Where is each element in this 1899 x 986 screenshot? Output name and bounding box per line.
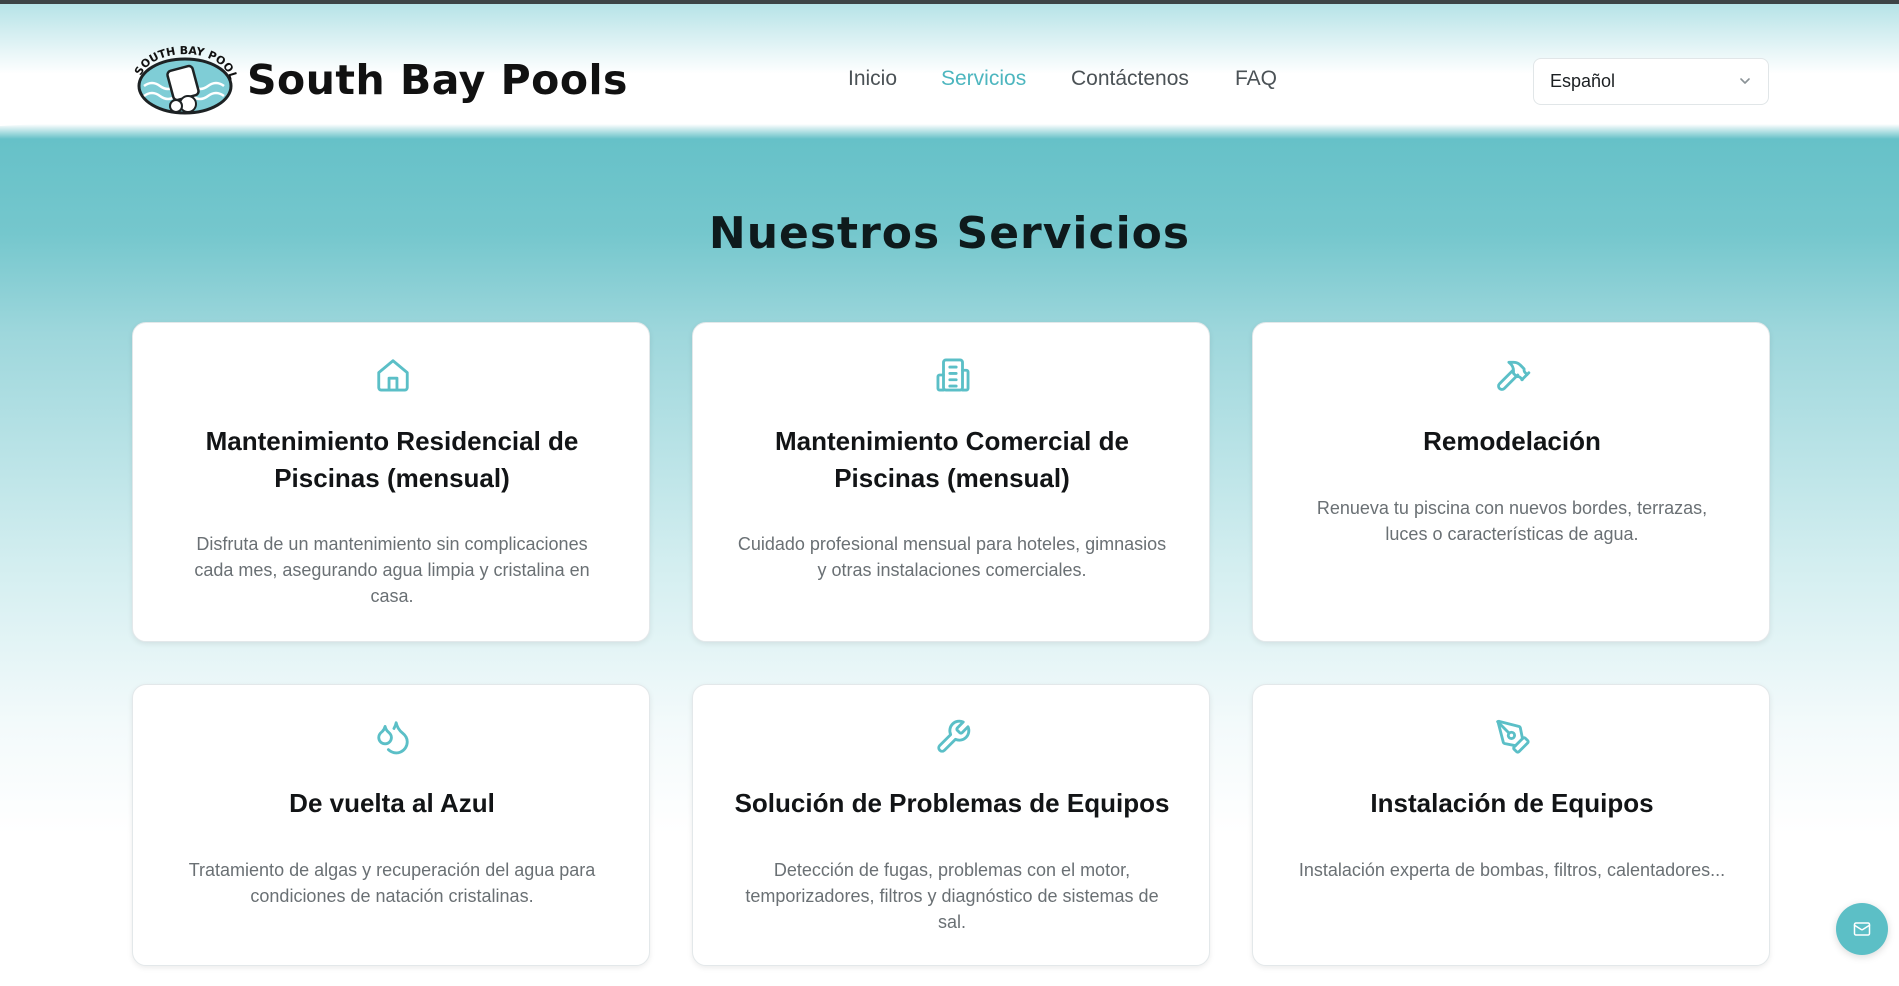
nav-servicios[interactable]: Servicios [941,67,1026,91]
page-title: Nuestros Servicios [708,208,1191,259]
service-description: Instalación experta de bombas, filtros, … [1298,860,1726,880]
service-title: Remodelación [1423,426,1601,456]
droplets-icon [377,721,409,755]
service-card-commercial[interactable]: Mantenimiento Comercial de Piscinas (men… [692,322,1210,642]
service-card-back-to-blue[interactable]: De vuelta al Azul Tratamiento de algas y… [132,684,650,966]
language-selected-value: Español [1550,71,1616,91]
language-select[interactable]: Español [1533,58,1769,105]
nav-inicio[interactable]: Inicio [848,67,897,91]
wrench-icon [937,719,971,753]
nav-contactenos[interactable]: Contáctenos [1071,67,1189,91]
service-title: Solución de Problemas de Equipos [734,788,1170,818]
service-title: De vuelta al Azul [289,788,495,818]
site-header: SOUTH BAY POOLS South Bay Pools Inicio S… [0,4,1899,124]
service-card-installation[interactable]: Instalación de Equipos Instalación exper… [1252,684,1770,966]
contact-mail-button[interactable] [1836,903,1888,955]
nav-faq[interactable]: FAQ [1235,67,1277,91]
chevron-down-icon [1740,78,1750,84]
pen-tool-icon [1496,719,1530,754]
hammer-icon [1497,360,1531,391]
building-icon [936,358,970,392]
service-description: Tratamiento de algas y recuperación del … [188,860,596,906]
service-card-remodel[interactable]: Remodelación Renueva tu piscina con nuev… [1252,322,1770,642]
service-description: Renueva tu piscina con nuevos bordes, te… [1316,498,1708,544]
service-card-troubleshooting[interactable]: Solución de Problemas de Equipos Detecci… [692,684,1210,966]
service-description: Cuidado profesional mensual para hoteles… [737,534,1167,580]
service-description: Disfruta de un mantenimiento sin complic… [194,534,590,606]
service-title: Instalación de Equipos [1370,788,1654,818]
service-title: Mantenimiento Comercial de Piscinas (men… [775,426,1129,493]
service-description: Detección de fugas, problemas con el mot… [745,860,1159,932]
service-title: Mantenimiento Residencial de Piscinas (m… [205,426,579,493]
service-card-residential[interactable]: Mantenimiento Residencial de Piscinas (m… [132,322,650,642]
mail-icon [1853,922,1871,936]
home-icon [377,359,409,392]
